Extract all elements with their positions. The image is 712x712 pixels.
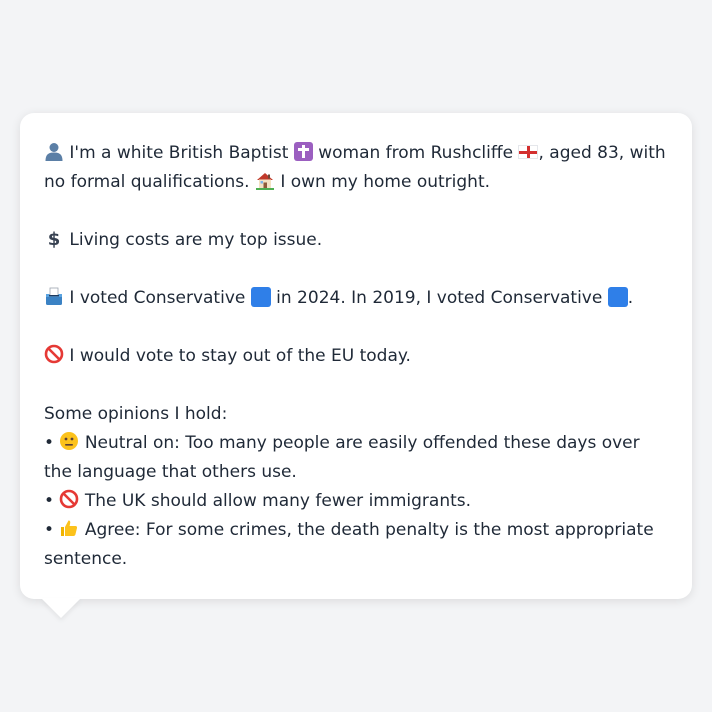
vote-text-3: . [627,288,634,308]
neutral-face-icon [60,432,79,450]
intro-text-1: I'm a white British Baptist [69,143,289,163]
intro-paragraph: I'm a white British Baptist woman from R… [44,139,668,197]
home-text: I own my home outright. [280,172,491,192]
dollar-icon: $ [48,229,61,248]
opinion-text: The UK should allow many fewer immigrant… [84,491,472,511]
eu-paragraph: I would vote to stay out of the EU today… [44,342,668,371]
speech-bubble-tail [41,598,81,618]
prohibited-icon [60,489,79,509]
opinions-heading: Some opinions I hold: [44,404,228,424]
blue-square-icon [250,287,271,307]
bullet: • [44,433,55,453]
svg-text:$: $ [48,229,61,248]
opinion-text: Agree: For some crimes, the death penalt… [44,520,654,569]
bullet: • [44,520,55,540]
england-flag-icon [518,145,539,159]
thumbs-up-icon [61,520,78,536]
prohibited-icon [44,344,64,364]
opinion-text: Neutral on: Too many people are easily o… [44,433,640,482]
opinion-item: • The UK should allow many fewer immigra… [44,487,668,516]
person-icon [45,143,63,161]
latin-cross-icon [293,142,313,161]
eu-text: I would vote to stay out of the EU today… [69,346,411,366]
profile-speech-bubble: I'm a white British Baptist woman from R… [20,113,692,599]
vote-text-1: I voted Conservative [69,288,246,308]
blue-square-icon-2019 [607,287,628,307]
house-icon [255,173,274,190]
bullet: • [44,491,55,511]
ballot-box-icon [46,287,62,305]
top-issue-text: Living costs are my top issue. [69,230,323,250]
intro-text-2: woman from Rushcliffe [318,143,514,163]
opinion-item: • Neutral on: Too many people are easily… [44,429,668,487]
top-issue-paragraph: $ Living costs are my top issue. [44,226,668,255]
opinion-item: • Agree: For some crimes, the death pena… [44,516,668,574]
vote-paragraph: I voted Conservative in 2024. In 2019, I… [44,284,668,313]
vote-text-2: in 2024. In 2019, I voted Conservative [276,288,603,308]
